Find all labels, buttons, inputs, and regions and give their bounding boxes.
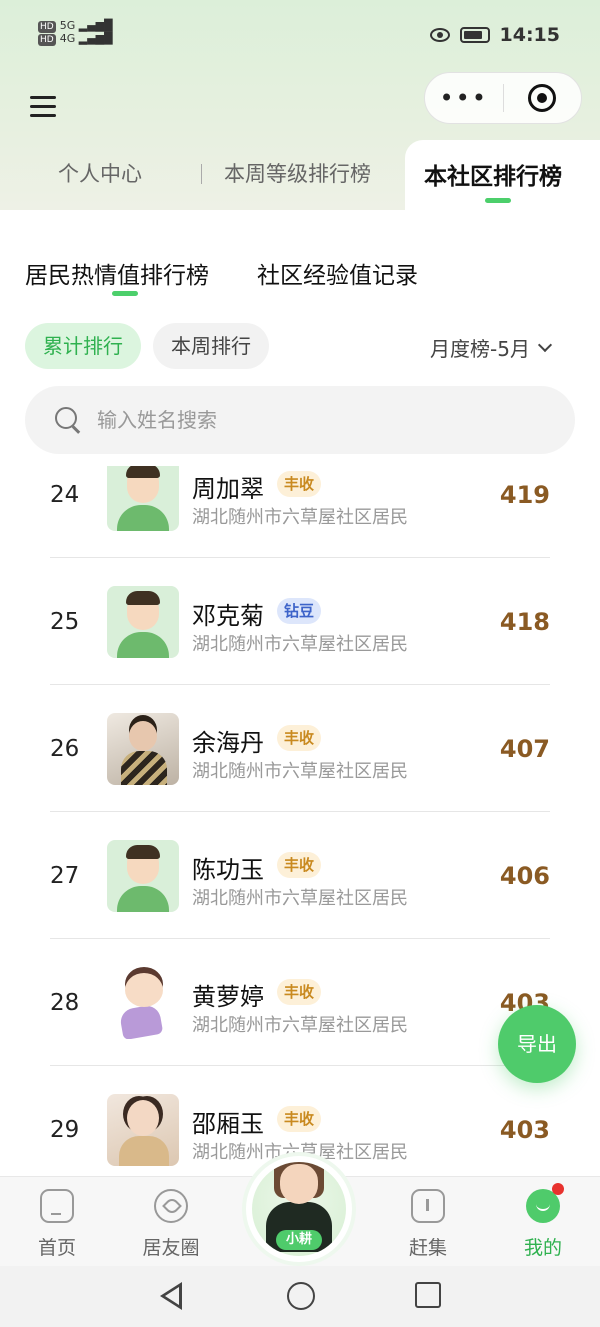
signal-5g: 5G [59,19,76,32]
list-item[interactable]: 27 陈功玉 丰收 湖北随州市六草屋社区居民 406 [50,812,550,939]
nav-label: 首页 [37,1237,76,1259]
search-input[interactable] [97,408,517,432]
nav-label: 我的 [523,1237,562,1259]
rank-number: 27 [50,862,80,889]
resident-name: 陈功玉 [192,856,264,884]
smile-icon [526,1183,564,1223]
avatar [107,466,179,531]
mascot-assistant-button[interactable]: 小耕 [246,1156,352,1262]
hd-icon: HD [38,21,56,33]
resident-address: 湖北随州市六草屋社区居民 [192,1015,408,1036]
miniprogram-capsule: ••• [424,72,582,124]
tab-divider [201,164,202,184]
list-item[interactable]: 24 周加翠 丰收 湖北随州市六草屋社区居民 419 [50,466,550,558]
avatar [107,967,179,1039]
home-circle-icon[interactable] [287,1282,315,1310]
recents-icon[interactable] [415,1282,441,1308]
rank-number: 25 [50,608,80,635]
resident-address: 湖北随州市六草屋社区居民 [192,761,408,782]
rank-number: 26 [50,735,80,762]
resident-name: 周加翠 [192,475,264,503]
level-badge: 丰收 [277,852,322,878]
tab-community-ranking[interactable]: 本社区排行榜 [424,157,562,191]
rank-number: 29 [50,1116,80,1143]
more-button[interactable]: ••• [425,72,503,124]
clock: 14:15 [499,24,560,46]
resident-name: 黄萝婷 [192,983,264,1011]
mascot-avatar: 小耕 [252,1162,346,1256]
rank-number: 28 [50,989,80,1016]
avatar [107,1094,179,1166]
avatar [107,840,179,912]
system-navigation-bar [0,1266,600,1327]
nav-label: 居友圈 [142,1237,200,1259]
tab-active-indicator [485,198,511,203]
mascot-label: 小耕 [276,1230,322,1250]
home-icon [40,1189,74,1223]
resident-name: 余海丹 [192,729,264,757]
score-value: 407 [499,735,550,763]
level-badge: 丰收 [277,1106,322,1132]
month-selector[interactable]: 月度榜-5月 [430,333,553,362]
level-badge: 钻豆 [277,598,322,624]
nav-me[interactable]: 我的 [488,1177,598,1267]
subtab-active-indicator [112,291,138,296]
compass-icon [154,1189,188,1223]
resident-name: 邓克菊 [192,602,264,630]
nav-community-circle[interactable]: 居友圈 [116,1177,226,1267]
list-item[interactable]: 25 邓克菊 钻豆 湖北随州市六草屋社区居民 418 [50,558,550,685]
export-button[interactable]: 导出 [498,1005,576,1083]
score-value: 403 [499,1116,550,1144]
nav-label: 赶集 [408,1237,447,1259]
subtab-community-exp-record[interactable]: 社区经验值记录 [257,256,418,290]
menu-icon[interactable] [30,96,56,118]
level-badge: 丰收 [277,471,322,497]
level-badge: 丰收 [277,979,322,1005]
filter-weekly[interactable]: 本周排行 [153,323,269,369]
chevron-down-icon [537,337,553,352]
hd-icon: HD [38,34,56,46]
signal-indicators: HD 5G ▂▄▆█ HD 4G ▂▄▆█ [38,19,113,46]
avatar [107,586,179,658]
resident-address: 湖北随州市六草屋社区居民 [192,888,408,909]
nav-market[interactable]: 赶集 [373,1177,483,1267]
resident-address: 湖北随州市六草屋社区居民 [192,507,408,528]
close-miniprogram-button[interactable] [504,84,582,112]
rank-number: 24 [50,481,80,508]
status-bar: HD 5G ▂▄▆█ HD 4G ▂▄▆█ 14:15 [0,0,600,70]
avatar [107,713,179,785]
resident-name: 邵厢玉 [192,1110,264,1138]
search-bar [25,386,575,454]
signal-4g: 4G [59,32,76,45]
level-badge: 丰收 [277,725,322,751]
battery-icon [459,27,490,43]
notification-dot [552,1183,564,1195]
tab-personal-center[interactable]: 个人中心 [58,158,142,188]
target-icon [528,84,557,112]
list-item[interactable]: 26 余海丹 丰收 湖北随州市六草屋社区居民 407 [50,685,550,812]
score-value: 419 [499,481,550,509]
search-icon [55,407,81,433]
tab-weekly-level-ranking[interactable]: 本周等级排行榜 [224,158,371,188]
score-value: 406 [499,862,550,890]
list-item[interactable]: 28 黄萝婷 丰收 湖北随州市六草屋社区居民 403 [50,939,550,1066]
score-value: 418 [499,608,550,636]
back-icon[interactable] [160,1282,182,1310]
market-icon [411,1189,445,1223]
filter-cumulative[interactable]: 累计排行 [25,323,141,369]
subtab-resident-enthusiasm[interactable]: 居民热情值排行榜 [25,256,209,290]
nav-home[interactable]: 首页 [2,1177,112,1267]
eye-icon [429,28,450,42]
resident-address: 湖北随州市六草屋社区居民 [192,634,408,655]
month-label: 月度榜-5月 [430,337,530,361]
